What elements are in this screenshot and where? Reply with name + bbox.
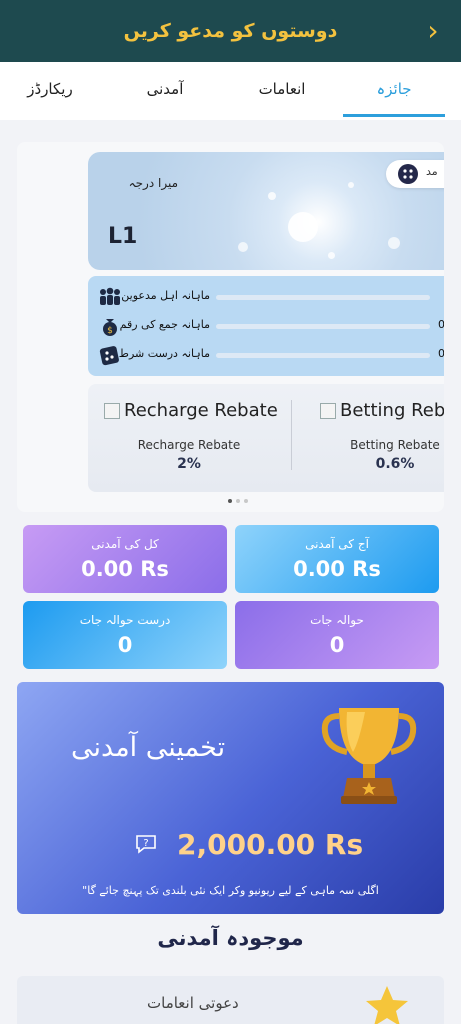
stat-label: حوالہ جات bbox=[310, 613, 364, 627]
rank-panel: میرا درجہ L1 مد bbox=[88, 152, 444, 270]
progress-row: $ ماہانہ جمع کی رقم 0 bbox=[88, 313, 444, 339]
people-icon bbox=[98, 286, 122, 308]
progress-row: ماہانہ اہل مدعوین bbox=[88, 284, 444, 310]
rank-pill[interactable]: مد bbox=[386, 160, 444, 188]
broken-image-icon bbox=[320, 403, 336, 419]
carousel-dots[interactable] bbox=[224, 498, 254, 504]
progress-value: 0 bbox=[438, 318, 444, 331]
estimate-title: تخمینی آمدنی bbox=[71, 732, 226, 763]
stat-label: آج کی آمدنی bbox=[305, 537, 369, 551]
estimate-note: اگلی سہ ماہی کے لیے ریونیو وکر ایک نئی ب… bbox=[82, 884, 379, 897]
carousel-dot[interactable] bbox=[236, 499, 240, 503]
tab-income[interactable]: آمدنی bbox=[120, 62, 210, 120]
overview-carousel[interactable]: میرا درجہ L1 مد ماہانہ اہل مدعوین $ ماہا… bbox=[17, 142, 444, 512]
rebate-value: 2% bbox=[177, 456, 201, 472]
tab-overview[interactable]: جائزہ bbox=[343, 62, 445, 120]
page-title: دوستوں کو مدعو کریں bbox=[123, 20, 338, 42]
stat-value: 0 bbox=[329, 633, 345, 657]
rank-level: L1 bbox=[108, 224, 138, 249]
estimate-amount: 2,000.00 Rs bbox=[177, 828, 364, 861]
invitation-rewards-label: دعوتی انعامات bbox=[147, 994, 239, 1012]
progress-label: ماہانہ اہل مدعوین bbox=[121, 289, 210, 302]
rebate-name: Recharge Rebate bbox=[137, 438, 241, 452]
stat-label: کل کی آمدنی bbox=[91, 537, 159, 551]
tab-records[interactable]: ریکارڈز bbox=[0, 62, 100, 120]
progress-row: ماہانہ درست شرط 0/ bbox=[88, 342, 444, 368]
divider bbox=[291, 400, 292, 470]
valid-referrals-card: درست حوالہ جات 0 bbox=[23, 601, 227, 669]
sparkle bbox=[348, 182, 354, 188]
broken-image: Betting Rebate bbox=[320, 400, 444, 421]
rebate-item[interactable]: Recharge Rebate Recharge Rebate 2% bbox=[104, 384, 284, 492]
image-alt-text: Recharge Rebate bbox=[124, 400, 278, 421]
stat-value: 0.00 Rs bbox=[81, 557, 169, 581]
referrals-card: حوالہ جات 0 bbox=[235, 601, 439, 669]
rebate-name: Betting Rebate bbox=[350, 438, 440, 452]
stat-value: 0 bbox=[117, 633, 133, 657]
svg-text:$: $ bbox=[107, 326, 113, 336]
stat-value: 0.00 Rs bbox=[293, 557, 381, 581]
monthly-progress-panel: ماہانہ اہل مدعوین $ ماہانہ جمع کی رقم 0 … bbox=[88, 276, 444, 376]
rebate-panel: Recharge Rebate Recharge Rebate 2% Betti… bbox=[88, 384, 444, 492]
star-icon bbox=[362, 982, 412, 1024]
rebate-value: 0.6% bbox=[375, 456, 415, 472]
sparkle bbox=[388, 237, 400, 249]
sparkle bbox=[268, 192, 276, 200]
progress-label: ماہانہ جمع کی رقم bbox=[119, 318, 210, 331]
tab-bar: جائزہ انعامات آمدنی ریکارڈز bbox=[0, 62, 461, 120]
stat-label: درست حوالہ جات bbox=[79, 613, 171, 627]
money-bag-icon: $ bbox=[98, 315, 122, 337]
progress-value: 0/ bbox=[438, 347, 444, 360]
progress-track bbox=[216, 353, 430, 358]
sparkle bbox=[328, 252, 335, 259]
svg-text:?: ? bbox=[143, 838, 148, 849]
image-alt-text: Betting Rebate bbox=[340, 400, 444, 421]
active-tab-indicator bbox=[343, 114, 445, 117]
today-income-card: آج کی آمدنی 0.00 Rs bbox=[235, 525, 439, 593]
carousel-dot[interactable] bbox=[244, 499, 248, 503]
dice-dots-icon bbox=[398, 164, 418, 184]
progress-label: ماہانہ درست شرط bbox=[118, 347, 210, 360]
current-income-title: موجودہ آمدنی bbox=[157, 926, 304, 950]
progress-track bbox=[216, 324, 430, 329]
pill-text: مد bbox=[426, 165, 438, 178]
carousel-dot-active[interactable] bbox=[228, 499, 232, 503]
sparkle bbox=[288, 212, 318, 242]
total-income-card: کل کی آمدنی 0.00 Rs bbox=[23, 525, 227, 593]
progress-track bbox=[216, 295, 430, 300]
top-bar: دوستوں کو مدعو کریں › bbox=[0, 0, 461, 62]
chat-question-icon[interactable]: ? bbox=[135, 834, 157, 854]
broken-image: Recharge Rebate bbox=[104, 400, 278, 421]
rank-label: میرا درجہ bbox=[128, 176, 178, 190]
invitation-rewards-card[interactable]: دعوتی انعامات bbox=[17, 976, 444, 1024]
chevron-right-icon[interactable]: › bbox=[421, 17, 445, 45]
estimated-income-card: تخمینی آمدنی ? 2,000.00 Rs اگلی سہ ماہی … bbox=[17, 682, 444, 914]
tab-rewards[interactable]: انعامات bbox=[232, 62, 332, 120]
broken-image-icon bbox=[104, 403, 120, 419]
sparkle bbox=[238, 242, 248, 252]
rebate-item[interactable]: Betting Rebate Betting Rebate 0.6% bbox=[320, 384, 444, 492]
trophy-icon bbox=[319, 698, 419, 808]
